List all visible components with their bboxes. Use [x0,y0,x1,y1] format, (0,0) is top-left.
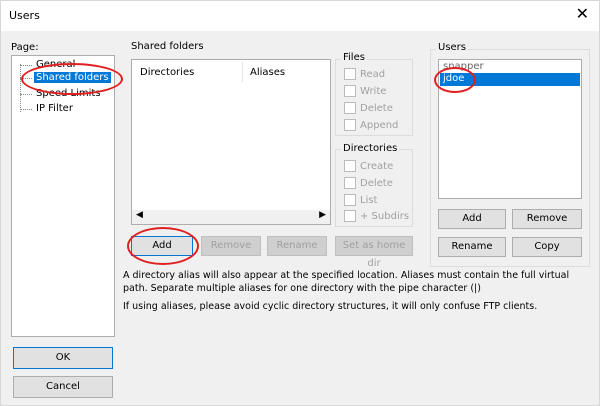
user-item-jdoe[interactable]: jdoe [440,73,580,86]
checkbox-box [344,194,356,206]
copy-user-button[interactable]: Copy [512,237,582,257]
read-label: Read [360,68,386,80]
checkbox-box [344,210,356,222]
list-checkbox[interactable]: List [344,194,377,206]
tree-line [20,109,32,110]
title-bar: Users ✕ [1,1,599,31]
shared-folders-list[interactable]: Directories Aliases ◀ ▶ [131,59,331,225]
tree-item-ip-filter[interactable]: IP Filter [36,103,73,114]
tree-line [20,64,21,112]
add-user-button[interactable]: Add [438,209,506,229]
scroll-left-icon[interactable]: ◀ [136,210,143,220]
window-title: Users [9,9,40,22]
read-checkbox[interactable]: Read [344,68,385,80]
checkbox-box [344,102,356,114]
tree-item-general[interactable]: General [36,59,75,70]
write-label: Write [360,85,387,97]
users-dialog: Users ✕ Page: General Shared folders Spe… [0,0,600,406]
delete-file-label: Delete [360,102,393,114]
append-label: Append [360,119,399,131]
set-home-dir-button[interactable]: Set as home dir [335,236,413,269]
column-divider [242,62,243,82]
checkbox-box [344,177,356,189]
files-label: Files [341,52,367,63]
delete-dir-checkbox[interactable]: Delete [344,177,393,189]
alias-hint-line2: path. Separate multiple aliases for one … [123,283,481,294]
remove-folder-button[interactable]: Remove [201,236,261,256]
create-checkbox[interactable]: Create [344,160,393,172]
delete-file-checkbox[interactable]: Delete [344,102,393,114]
delete-dir-label: Delete [360,177,393,189]
checkbox-box [344,119,356,131]
alias-hint-line1: A directory alias will also appear at th… [123,270,570,281]
page-tree: General Shared folders Speed Limits IP F… [11,55,115,337]
user-item-snapper[interactable]: snapper [443,61,484,72]
column-directories[interactable]: Directories [140,67,194,78]
add-folder-button[interactable]: Add [131,236,193,256]
checkbox-box [344,160,356,172]
users-label: Users [436,42,469,53]
horizontal-scrollbar[interactable]: ◀ ▶ [132,210,330,224]
checkbox-box [344,85,356,97]
scroll-right-icon[interactable]: ▶ [319,210,326,220]
cancel-button[interactable]: Cancel [13,376,113,398]
tree-line [20,78,32,79]
create-label: Create [360,160,394,172]
close-icon[interactable]: ✕ [576,6,589,22]
write-checkbox[interactable]: Write [344,85,386,97]
tree-line [20,94,32,95]
alias-hint-line3: If using aliases, please avoid cyclic di… [123,301,538,312]
tree-item-speed-limits[interactable]: Speed Limits [36,88,101,99]
subdirs-checkbox[interactable]: + Subdirs [344,210,409,222]
column-aliases[interactable]: Aliases [250,67,285,78]
user-item-jdoe-label: jdoe [443,73,465,84]
checkbox-box [344,68,356,80]
tree-line [20,65,32,66]
ok-button[interactable]: OK [13,347,113,369]
users-list[interactable]: snapper jdoe [438,59,582,199]
tree-item-shared-folders[interactable]: Shared folders [34,72,111,83]
append-checkbox[interactable]: Append [344,119,398,131]
directories-label: Directories [341,143,400,154]
rename-user-button[interactable]: Rename [438,237,506,257]
remove-user-button[interactable]: Remove [512,209,582,229]
shared-folders-label: Shared folders [131,41,204,52]
subdirs-label: + Subdirs [360,210,410,222]
rename-folder-button[interactable]: Rename [267,236,327,256]
page-label: Page: [11,42,39,53]
list-label: List [360,194,378,206]
